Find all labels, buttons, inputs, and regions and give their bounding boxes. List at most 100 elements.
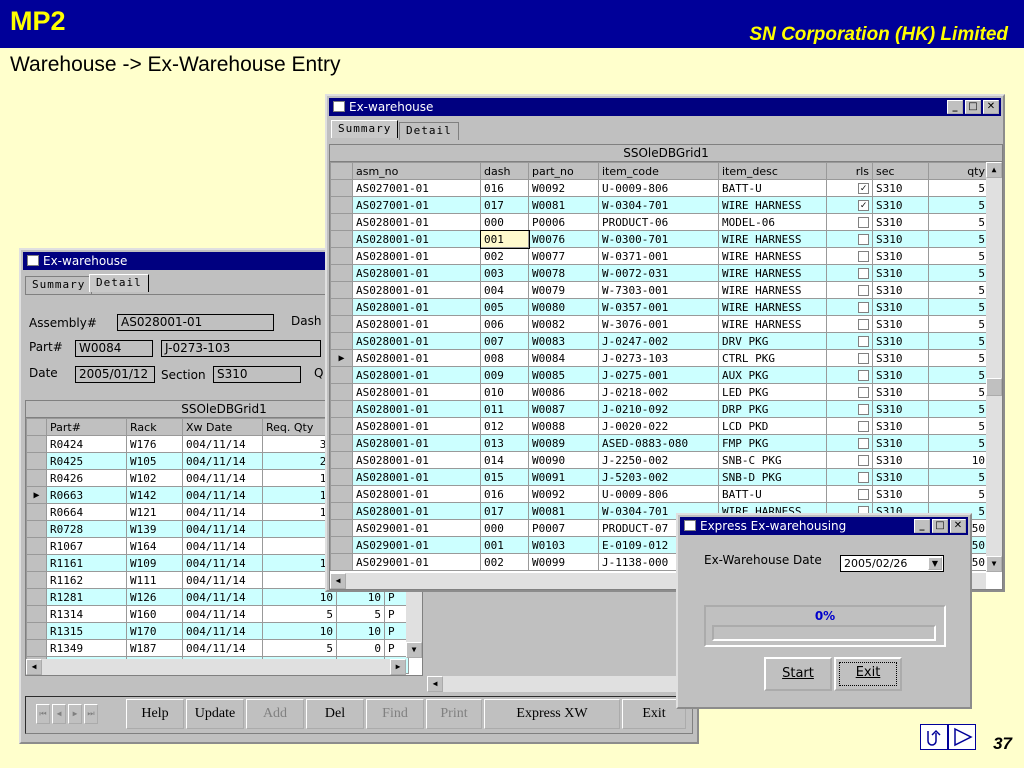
checkbox-icon[interactable] <box>858 217 869 228</box>
cell-item-desc[interactable]: CTRL PKG <box>718 349 827 367</box>
tab-summary[interactable]: Summary <box>25 276 93 294</box>
cell-rack[interactable]: W109 <box>126 554 183 572</box>
dropdown-arrow-icon[interactable]: ▼ <box>928 557 942 570</box>
cell-qty[interactable]: 5 <box>928 349 989 367</box>
row-selector[interactable] <box>26 435 47 453</box>
col-item-desc[interactable]: item_desc <box>718 162 827 180</box>
cell-item-code[interactable]: W-0300-701 <box>598 230 719 248</box>
tab-detail[interactable]: Detail <box>89 274 149 292</box>
checkbox-checked-icon[interactable]: ✓ <box>858 200 869 211</box>
cell-issued-qty[interactable]: 0 <box>336 639 385 657</box>
cell-part[interactable]: R1162 <box>46 571 127 589</box>
cell-flag[interactable]: P <box>384 605 409 623</box>
cell-item-desc[interactable]: WIRE HARNESS <box>718 196 827 214</box>
next-slide-icon[interactable] <box>948 724 976 750</box>
col-qty[interactable]: qty <box>928 162 989 180</box>
col-part[interactable]: Part# <box>46 418 127 436</box>
table-row[interactable]: AS028001-01 007 W0083 J-0247-002 DRV PKG S310… <box>330 332 989 350</box>
tab-detail[interactable]: Detail <box>399 122 459 140</box>
cell-qty[interactable]: 5 <box>928 315 989 333</box>
cell-asm-no[interactable]: AS028001-01 <box>352 366 481 384</box>
cell-asm-no[interactable]: AS028001-01 <box>352 451 481 469</box>
minimize-icon[interactable]: _ <box>914 519 930 533</box>
cell-item-desc[interactable]: MODEL-06 <box>718 213 827 231</box>
cell-part-no[interactable]: W0082 <box>528 315 599 333</box>
checkbox-icon[interactable] <box>858 387 869 398</box>
cell-rls[interactable] <box>826 213 873 231</box>
date-field[interactable]: 2005/01/12 <box>75 366 155 383</box>
row-selector[interactable] <box>330 281 353 299</box>
cell-qty[interactable]: 5 <box>928 196 989 214</box>
cell-item-code[interactable]: J-0275-001 <box>598 366 719 384</box>
checkbox-icon[interactable] <box>858 285 869 296</box>
cell-issued-qty[interactable]: 5 <box>336 605 385 623</box>
cell-dash[interactable]: 005 <box>480 298 529 316</box>
cell-asm-no[interactable]: AS028001-01 <box>352 315 481 333</box>
cell-item-desc[interactable]: LCD PKD <box>718 417 827 435</box>
scroll-thumb[interactable] <box>986 378 1002 396</box>
cell-rack[interactable]: W105 <box>126 452 183 470</box>
cell-rls[interactable] <box>826 315 873 333</box>
cell-asm-no[interactable]: AS027001-01 <box>352 179 481 197</box>
cell-qty[interactable]: 5 <box>928 247 989 265</box>
row-selector[interactable] <box>330 298 353 316</box>
cell-part-no[interactable]: W0080 <box>528 298 599 316</box>
cell-req-qty[interactable]: 5 <box>262 605 337 623</box>
cell-item-desc[interactable]: LED PKG <box>718 383 827 401</box>
cell-asm-no[interactable]: AS028001-01 <box>352 264 481 282</box>
part-field[interactable]: W0084 <box>75 340 153 357</box>
cell-item-desc[interactable]: BATT-U <box>718 485 827 503</box>
close-icon[interactable]: ✕ <box>950 519 966 533</box>
assembly-field[interactable]: AS028001-01 <box>117 314 274 331</box>
cell-asm-no[interactable]: AS028001-01 <box>352 281 481 299</box>
row-selector[interactable] <box>330 485 353 503</box>
cell-dash[interactable]: 000 <box>480 519 529 537</box>
cell-xw-date[interactable]: 004/11/14 <box>182 554 263 572</box>
cell-sec[interactable]: S310 <box>872 298 929 316</box>
cell-sec[interactable]: S310 <box>872 366 929 384</box>
row-selector[interactable] <box>330 213 353 231</box>
row-selector[interactable] <box>26 554 47 572</box>
cell-item-code[interactable]: J-0247-002 <box>598 332 719 350</box>
table-row[interactable]: AS028001-01 009 W0085 J-0275-001 AUX PKG S310… <box>330 366 989 384</box>
add-button[interactable]: Add <box>246 699 304 729</box>
row-selector[interactable] <box>26 639 47 657</box>
row-selector[interactable] <box>330 315 353 333</box>
cell-rls[interactable] <box>826 264 873 282</box>
cell-rack[interactable]: W142 <box>126 486 183 504</box>
cell-rack[interactable]: W102 <box>126 469 183 487</box>
cell-dash[interactable]: 007 <box>480 332 529 350</box>
cell-part-no[interactable]: W0092 <box>528 485 599 503</box>
cell-req-qty[interactable]: 5 <box>262 639 337 657</box>
cell-item-desc[interactable]: FMP PKG <box>718 434 827 452</box>
table-row[interactable]: AS028001-01 016 W0092 U-0009-806 BATT-U S310 5 <box>330 485 989 503</box>
checkbox-checked-icon[interactable]: ✓ <box>858 183 869 194</box>
cell-asm-no[interactable]: AS028001-01 <box>352 417 481 435</box>
cell-dash[interactable]: 012 <box>480 417 529 435</box>
cell-rls[interactable] <box>826 349 873 367</box>
table-row[interactable]: ▶ AS028001-01 008 W0084 J-0273-103 CTRL PKG S3… <box>330 349 989 367</box>
cell-rack[interactable]: W139 <box>126 520 183 538</box>
cell-part-no[interactable]: W0099 <box>528 553 599 571</box>
table-row[interactable]: AS028001-01 006 W0082 W-3076-001 WIRE HARNES… <box>330 315 989 333</box>
cell-item-code[interactable]: J-5203-002 <box>598 468 719 486</box>
cell-qty[interactable]: 5 <box>928 383 989 401</box>
cell-asm-no[interactable]: AS028001-01 <box>352 468 481 486</box>
cell-rack[interactable]: W126 <box>126 588 183 606</box>
checkbox-icon[interactable] <box>858 404 869 415</box>
cell-qty[interactable]: 5 <box>928 485 989 503</box>
table-row[interactable]: AS028001-01 013 W0089 ASED-0883-080 FMP PKG S… <box>330 434 989 452</box>
cell-item-desc[interactable]: BATT-U <box>718 179 827 197</box>
cell-part[interactable]: R1349 <box>46 639 127 657</box>
cell-qty[interactable]: 5 <box>928 400 989 418</box>
checkbox-icon[interactable] <box>858 438 869 449</box>
cell-xw-date[interactable]: 004/11/14 <box>182 486 263 504</box>
cell-rack[interactable]: W121 <box>126 503 183 521</box>
prev-record-icon[interactable]: ◀ <box>52 704 66 724</box>
cell-item-desc[interactable]: WIRE HARNESS <box>718 298 827 316</box>
cell-dash[interactable]: 013 <box>480 434 529 452</box>
table-row[interactable]: AS028001-01 014 W0090 J-2250-002 SNB-C PKG S3… <box>330 451 989 469</box>
cell-dash[interactable]: 008 <box>480 349 529 367</box>
cell-item-code[interactable]: ASED-0883-080 <box>598 434 719 452</box>
cell-flag[interactable]: P <box>384 622 409 640</box>
